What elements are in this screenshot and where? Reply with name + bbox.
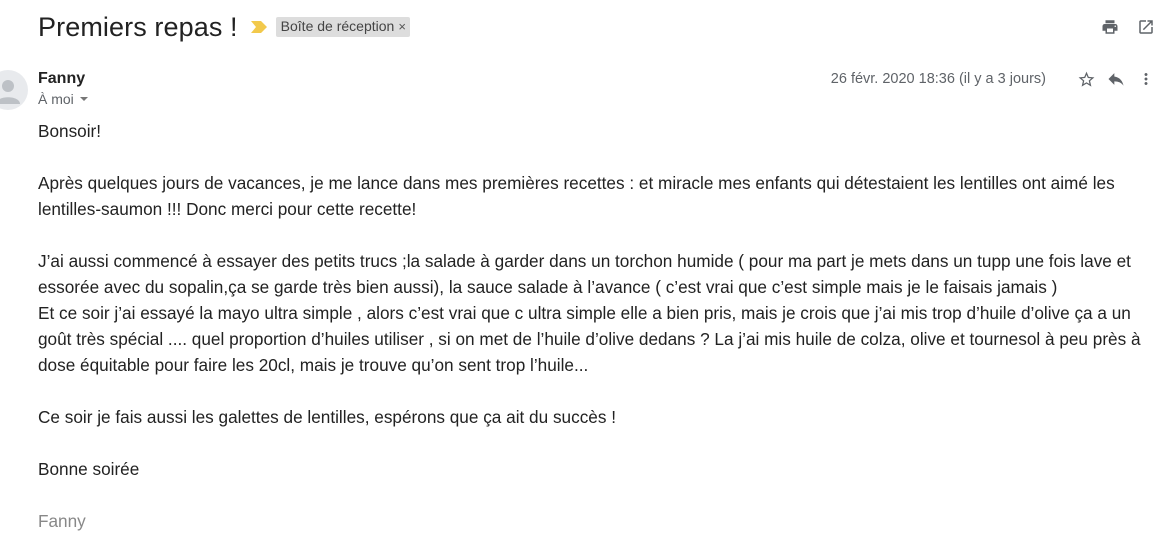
inbox-label-text: Boîte de réception [280, 18, 395, 34]
reply-icon[interactable] [1106, 69, 1126, 89]
recipient-label: À moi [38, 91, 74, 107]
sender-name[interactable]: Fanny [38, 70, 85, 88]
body-signature: Fanny [38, 511, 86, 531]
open-in-new-window-icon[interactable] [1136, 17, 1156, 37]
importance-marker-icon[interactable] [250, 20, 268, 34]
remove-label-button[interactable]: × [398, 18, 406, 35]
body-paragraph-3: Ce soir je fais aussi les galettes de le… [38, 407, 616, 427]
sender-avatar[interactable] [0, 70, 28, 110]
inbox-label-chip: Boîte de réception × [275, 17, 410, 37]
email-subject: Premiers repas ! [38, 12, 238, 42]
person-icon [0, 80, 20, 104]
body-closing: Bonne soirée [38, 459, 140, 479]
body-paragraph-2-line-2: Et ce soir j’ai essayé la mayo ultra sim… [38, 303, 1141, 375]
email-body: Bonsoir! Après quelques jours de vacance… [38, 118, 1158, 534]
body-paragraph-2-line-1: J’ai aussi commencé à essayer des petits… [38, 251, 1131, 297]
message-meta: 26 févr. 2020 18:36 (il y a 3 jours) [831, 69, 1156, 89]
star-icon[interactable] [1076, 69, 1096, 89]
email-header: Premiers repas ! Boîte de réception × [38, 10, 410, 44]
message-date: 26 févr. 2020 18:36 (il y a 3 jours) [830, 71, 1046, 87]
recipient-dropdown[interactable]: À moi [38, 91, 88, 107]
body-paragraph-1: Après quelques jours de vacances, je me … [38, 173, 1115, 219]
top-actions [1100, 17, 1156, 37]
print-icon[interactable] [1100, 17, 1120, 37]
chevron-down-icon [79, 97, 88, 101]
more-vert-icon[interactable] [1136, 69, 1156, 89]
body-greeting: Bonsoir! [38, 121, 102, 141]
